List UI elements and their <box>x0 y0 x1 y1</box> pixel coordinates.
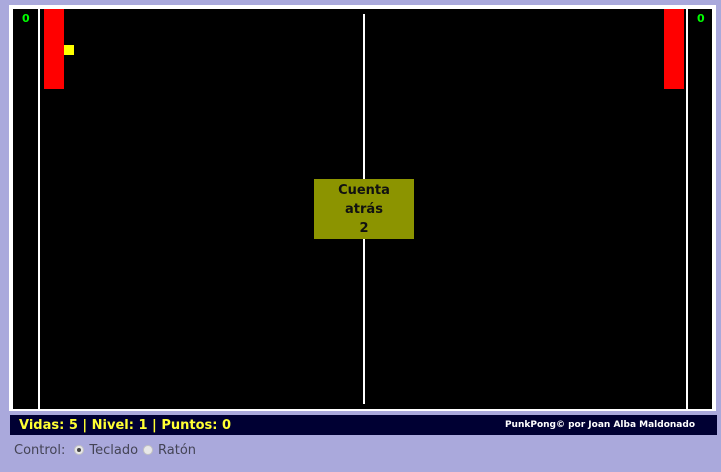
control-option-keyboard[interactable]: Teclado <box>74 443 138 458</box>
right-paddle <box>664 9 684 89</box>
left-paddle <box>44 9 64 89</box>
credits-text: PunkPong© por Joan Alba Maldonado <box>504 420 695 430</box>
countdown-box: Cuenta atrás 2 <box>314 179 414 239</box>
mouse-radio[interactable] <box>143 445 154 455</box>
ball <box>64 45 74 55</box>
mouse-radio-label[interactable]: Ratón <box>158 443 196 458</box>
left-goal-line <box>38 9 40 409</box>
control-label: Control: <box>14 442 66 458</box>
keyboard-radio[interactable] <box>74 445 85 455</box>
keyboard-radio-label[interactable]: Teclado <box>89 443 138 458</box>
status-bar: Vidas: 5 | Nivel: 1 | Puntos: 0 PunkPong… <box>10 415 717 435</box>
control-selector: Control: Teclado Ratón <box>14 441 201 459</box>
countdown-line1: Cuenta <box>338 182 390 198</box>
right-player-score: 0 <box>697 12 705 25</box>
control-option-mouse[interactable]: Ratón <box>143 443 196 458</box>
game-field[interactable]: 0 0 Cuenta atrás 2 <box>13 9 712 409</box>
right-goal-line <box>686 9 688 409</box>
countdown-line2: atrás <box>345 201 383 217</box>
countdown-value: 2 <box>359 220 369 236</box>
left-player-score: 0 <box>22 12 30 25</box>
lives-level-points-text: Vidas: 5 | Nivel: 1 | Puntos: 0 <box>19 417 232 433</box>
